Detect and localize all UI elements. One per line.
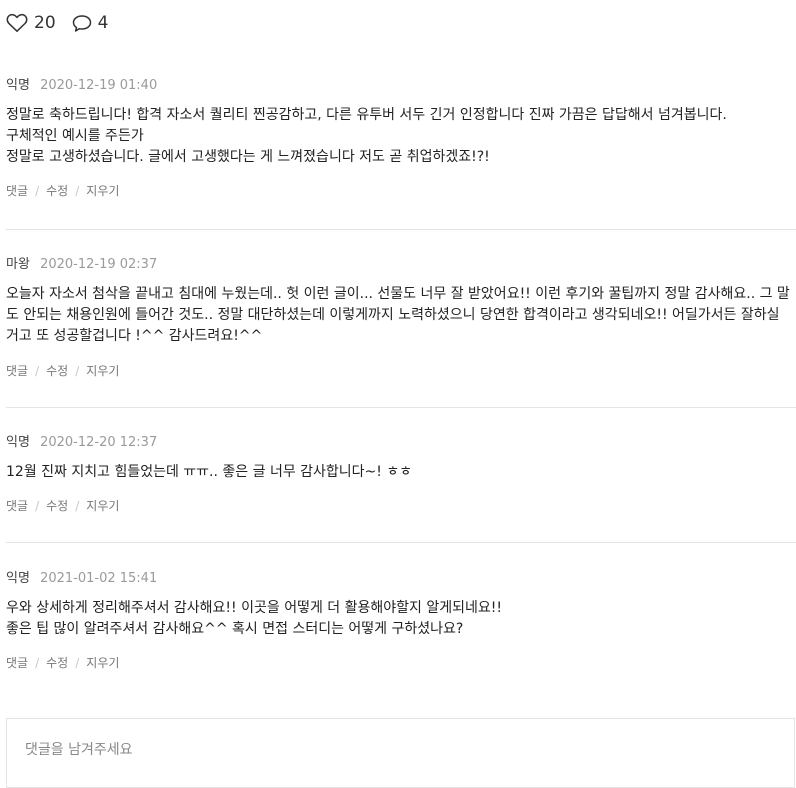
comment-line: 좋은 팁 많이 알려주셔서 감사해요^^ 혹시 면접 스터디는 어떻게 구하셨나… — [6, 621, 464, 637]
comment-line: 정말로 축하드립니다! 합격 자소서 퀄리티 찐공감하고, 다른 유투버 서두 … — [6, 107, 727, 123]
delete-link[interactable]: 지우기 — [86, 499, 119, 513]
comment-line: 오늘자 자소서 첨삭을 끝내고 침대에 누웠는데.. 헛 이런 글이... 선물… — [6, 286, 790, 344]
speech-bubble-icon — [72, 14, 92, 33]
reaction-bar: 20 4 — [6, 10, 124, 36]
comment-meta: 마왕 2020-12-19 02:37 — [6, 256, 157, 274]
comment-line: 정말로 고생하셨습니다. 글에서 고생했다는 게 느껴졌습니다 저도 곧 취업하… — [6, 149, 490, 165]
comment-date: 2020-12-19 02:37 — [40, 257, 158, 272]
comment-count: 4 — [97, 13, 109, 33]
comment-meta: 익명 2021-01-02 15:41 — [6, 570, 157, 588]
comment-actions: 댓글 / 수정 / 지우기 — [6, 655, 119, 671]
comment-meta: 익명 2020-12-19 01:40 — [6, 77, 157, 95]
comment-item: 익명 2020-12-20 12:37 12월 진짜 지치고 힘들었는데 ㅠㅠ.… — [0, 434, 796, 524]
edit-link[interactable]: 수정 — [46, 656, 68, 670]
separator: / — [75, 499, 80, 513]
heart-outline-icon — [6, 13, 28, 33]
separator: / — [75, 184, 80, 198]
comment-author: 익명 — [6, 435, 30, 450]
like-button[interactable]: 20 — [6, 10, 56, 36]
comment-item: 익명 2020-12-19 01:40 정말로 축하드립니다! 합격 자소서 퀄… — [0, 77, 796, 207]
comment-meta: 익명 2020-12-20 12:37 — [6, 434, 157, 452]
reply-box — [6, 718, 795, 788]
comment-author: 익명 — [6, 78, 30, 93]
comment-author: 익명 — [6, 571, 30, 586]
comment-line: 구체적인 예시를 주든가 — [6, 128, 144, 144]
separator: / — [75, 656, 80, 670]
comment-item: 익명 2021-01-02 15:41 우와 상세하게 정리해주셔서 감사해요!… — [0, 570, 796, 680]
separator: / — [35, 656, 40, 670]
separator: / — [35, 364, 40, 378]
comment-body: 12월 진짜 지치고 힘들었는데 ㅠㅠ.. 좋은 글 너무 감사합니다~! ㅎㅎ — [6, 462, 790, 483]
divider — [6, 542, 796, 543]
comment-actions: 댓글 / 수정 / 지우기 — [6, 363, 119, 379]
reply-input[interactable] — [7, 719, 794, 787]
comment-line: 우와 상세하게 정리해주셔서 감사해요!! 이곳을 어떻게 더 활용해야할지 알… — [6, 600, 502, 616]
divider — [6, 229, 796, 230]
comment-actions: 댓글 / 수정 / 지우기 — [6, 183, 119, 199]
divider — [6, 407, 796, 408]
comment-date: 2020-12-20 12:37 — [40, 435, 158, 450]
comment-item: 마왕 2020-12-19 02:37 오늘자 자소서 첨삭을 끝내고 침대에 … — [0, 256, 796, 386]
reply-link[interactable]: 댓글 — [6, 184, 28, 198]
comment-date: 2020-12-19 01:40 — [40, 78, 158, 93]
like-count: 20 — [34, 13, 56, 33]
delete-link[interactable]: 지우기 — [86, 184, 119, 198]
delete-link[interactable]: 지우기 — [86, 656, 119, 670]
separator: / — [35, 499, 40, 513]
edit-link[interactable]: 수정 — [46, 499, 68, 513]
separator: / — [75, 364, 80, 378]
comment-line: 12월 진짜 지치고 힘들었는데 ㅠㅠ.. 좋은 글 너무 감사합니다~! ㅎㅎ — [6, 464, 413, 480]
comment-body: 우와 상세하게 정리해주셔서 감사해요!! 이곳을 어떻게 더 활용해야할지 알… — [6, 598, 790, 640]
comment-count-button[interactable]: 4 — [72, 10, 109, 36]
edit-link[interactable]: 수정 — [46, 184, 68, 198]
reply-link[interactable]: 댓글 — [6, 499, 28, 513]
delete-link[interactable]: 지우기 — [86, 364, 119, 378]
edit-link[interactable]: 수정 — [46, 364, 68, 378]
comment-actions: 댓글 / 수정 / 지우기 — [6, 498, 119, 514]
separator: / — [35, 184, 40, 198]
reply-link[interactable]: 댓글 — [6, 364, 28, 378]
comment-date: 2021-01-02 15:41 — [40, 571, 158, 586]
reply-link[interactable]: 댓글 — [6, 656, 28, 670]
comment-body: 오늘자 자소서 첨삭을 끝내고 침대에 누웠는데.. 헛 이런 글이... 선물… — [6, 284, 790, 347]
comment-author: 마왕 — [6, 257, 30, 272]
comment-body: 정말로 축하드립니다! 합격 자소서 퀄리티 찐공감하고, 다른 유투버 서두 … — [6, 105, 790, 168]
